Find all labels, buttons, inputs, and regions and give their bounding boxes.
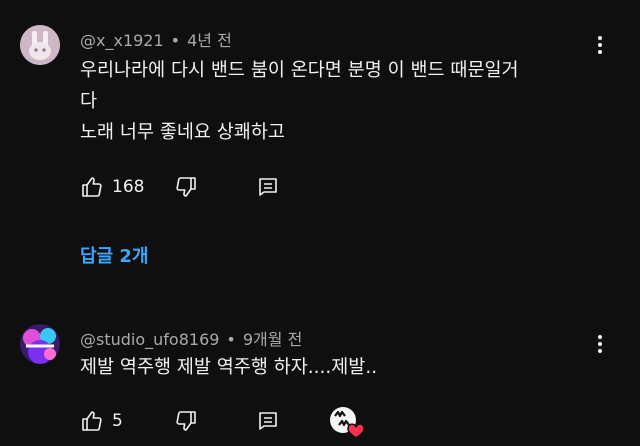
replies-toggle[interactable]: 답글 2개: [80, 242, 148, 268]
more-vert-icon[interactable]: [588, 33, 612, 57]
dislike-icon[interactable]: [174, 409, 198, 433]
avatar[interactable]: [20, 25, 60, 65]
comment-meta: @studio_ufo8169 • 9개월 전: [80, 330, 303, 349]
comment-text: 제발 역주행 제발 역주행 하자....제발..: [80, 352, 600, 383]
comment-author[interactable]: @x_x1921: [80, 31, 164, 50]
like-count: 5: [112, 411, 123, 431]
like-icon[interactable]: [80, 175, 104, 199]
dislike-icon[interactable]: [174, 175, 198, 199]
comment-time[interactable]: 9개월 전: [243, 330, 302, 349]
comment-time[interactable]: 4년 전: [187, 31, 232, 50]
comment-meta: @x_x1921 • 4년 전: [80, 31, 232, 50]
like-icon[interactable]: [80, 409, 104, 433]
comment-line: 우리나라에 다시 밴드 붐이 온다면 분명 이 밴드 때문일거: [80, 60, 519, 81]
comment-line: 노래 너무 좋네요 상쾌하고: [80, 122, 285, 143]
reply-icon[interactable]: [256, 175, 280, 199]
comment-author[interactable]: @studio_ufo8169: [80, 330, 219, 349]
comment-text: 우리나라에 다시 밴드 붐이 온다면 분명 이 밴드 때문일거 다 노래 너무 …: [80, 55, 600, 148]
creator-heart-icon: [330, 405, 366, 439]
like-count: 168: [112, 177, 145, 197]
reply-icon[interactable]: [256, 409, 280, 433]
comment-line: 다: [80, 91, 98, 112]
more-vert-icon[interactable]: [588, 332, 612, 356]
avatar[interactable]: [20, 324, 60, 364]
comment-line: 제발 역주행 제발 역주행 하자....제발..: [80, 357, 378, 378]
